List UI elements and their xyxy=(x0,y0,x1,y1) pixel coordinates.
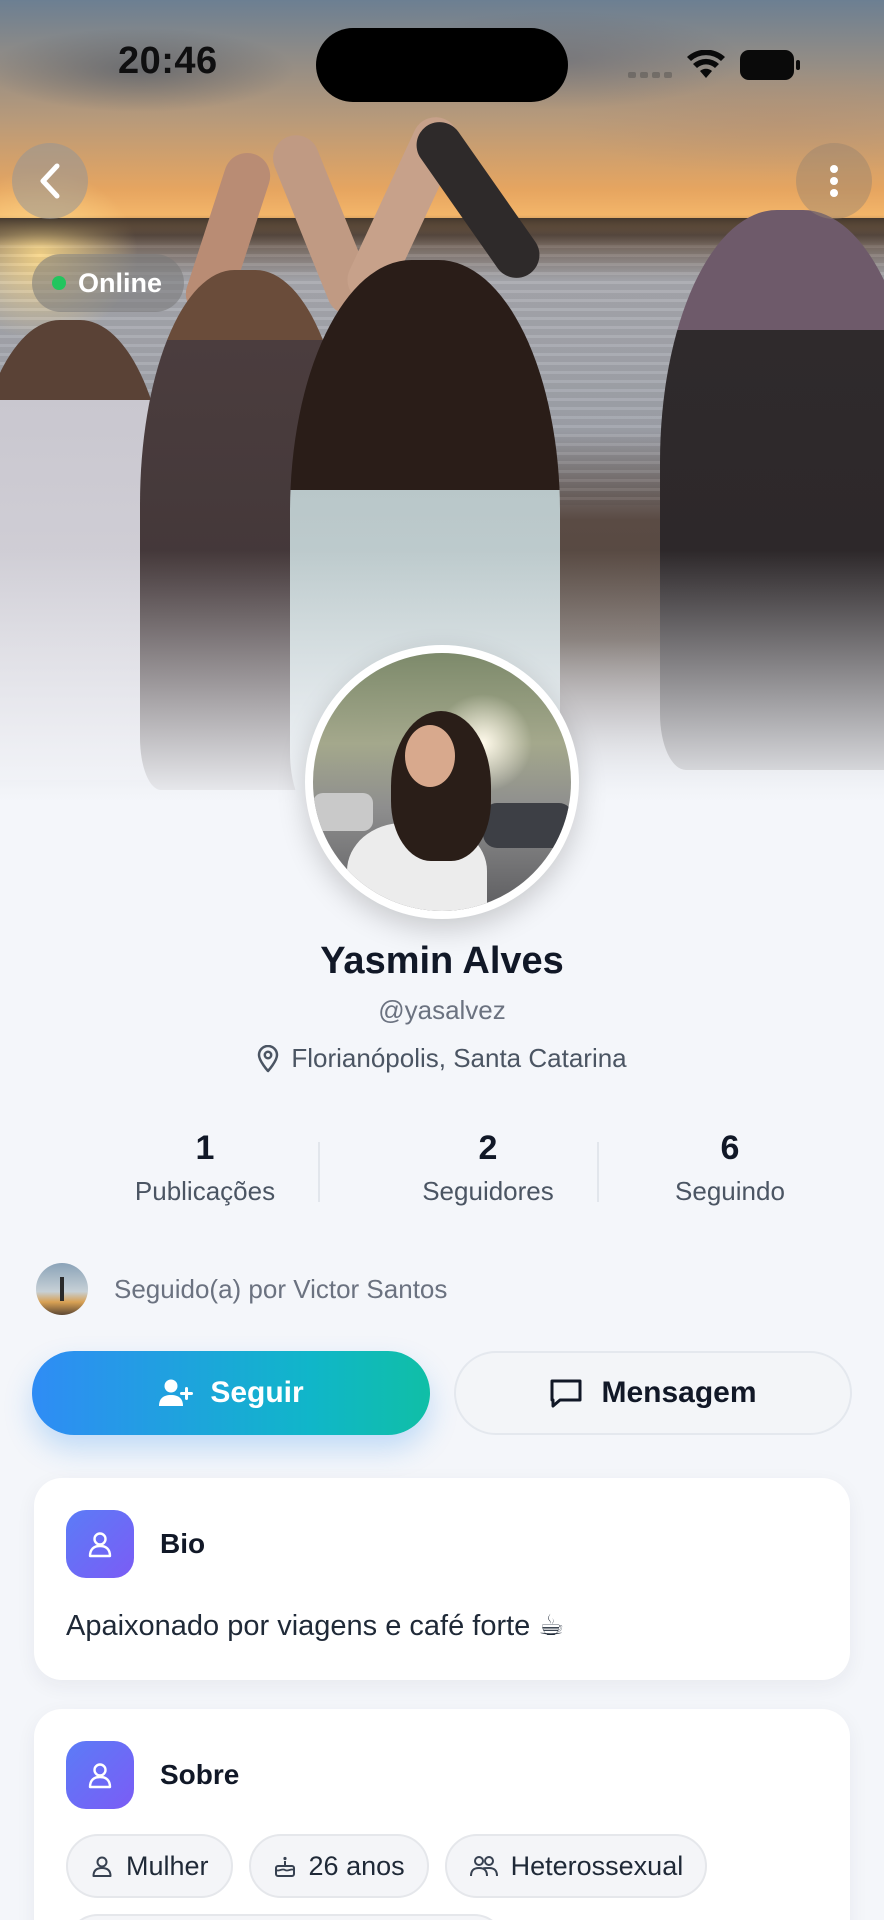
about-card-header: Sobre xyxy=(66,1741,239,1809)
profile-location: Florianópolis, Santa Catarina xyxy=(0,1043,884,1074)
bio-text: Apaixonado por viagens e café forte ☕ xyxy=(66,1610,565,1642)
more-options-button[interactable] xyxy=(796,143,872,219)
map-pin-icon xyxy=(258,1044,279,1072)
about-card: Sobre Mulher 26 anos Heterossexual xyxy=(34,1709,850,1920)
chip-orientation: Heterossexual xyxy=(444,1834,708,1898)
followed-by-row[interactable]: Seguido(a) por Victor Santos xyxy=(36,1262,447,1316)
stat-following[interactable]: 6 Seguindo xyxy=(630,1128,830,1207)
person-icon xyxy=(92,1856,112,1877)
user-plus-icon xyxy=(159,1379,194,1406)
people-icon xyxy=(469,1856,498,1877)
stat-followers[interactable]: 2 Seguidores xyxy=(358,1128,618,1207)
back-button[interactable] xyxy=(12,143,88,219)
more-vertical-icon xyxy=(830,165,838,197)
dynamic-island xyxy=(316,28,568,102)
chip-age: 26 anos xyxy=(248,1834,429,1898)
location-label: Florianópolis, Santa Catarina xyxy=(291,1043,627,1073)
bio-card-icon xyxy=(66,1510,134,1578)
message-button[interactable]: Mensagem xyxy=(454,1351,852,1435)
cake-icon xyxy=(274,1856,295,1877)
stat-posts[interactable]: 1 Publicações xyxy=(75,1128,335,1207)
stats-divider xyxy=(318,1142,320,1202)
profile-handle: @yasalvez xyxy=(378,995,506,1025)
about-chips: Mulher 26 anos Heterossexual xyxy=(66,1834,708,1898)
stat-following-label: Seguindo xyxy=(675,1176,785,1206)
chat-bubble-icon xyxy=(550,1379,582,1408)
stat-followers-label: Seguidores xyxy=(422,1176,554,1206)
status-time: 20:46 xyxy=(118,40,218,82)
battery-icon xyxy=(740,50,800,80)
avatar-photo xyxy=(313,653,571,911)
follower-avatar xyxy=(36,1263,88,1315)
followed-by-label: Seguido(a) por Victor Santos xyxy=(114,1273,448,1304)
online-label: Online xyxy=(78,267,163,298)
chevron-left-icon xyxy=(40,163,60,199)
person-icon xyxy=(88,1532,112,1558)
online-status-badge: Online xyxy=(32,254,185,312)
chip-partial xyxy=(66,1914,506,1920)
online-dot-icon xyxy=(52,276,66,290)
bio-title: Bio xyxy=(160,1528,206,1559)
chip-orientation-label: Heterossexual xyxy=(510,1850,684,1881)
stat-posts-value: 1 xyxy=(195,1129,215,1167)
stats-divider xyxy=(597,1142,599,1202)
about-title: Sobre xyxy=(160,1759,240,1790)
cellular-signal-icon xyxy=(628,70,672,78)
chip-gender-label: Mulher xyxy=(126,1850,209,1881)
bio-card-header: Bio xyxy=(66,1510,205,1578)
person-icon xyxy=(88,1763,112,1789)
follow-label: Seguir xyxy=(210,1376,304,1409)
stat-following-value: 6 xyxy=(720,1129,740,1167)
profile-avatar[interactable] xyxy=(305,645,579,919)
stat-posts-label: Publicações xyxy=(134,1176,276,1206)
profile-name: Yasmin Alves xyxy=(320,940,564,982)
chip-gender: Mulher xyxy=(66,1834,233,1898)
about-card-icon xyxy=(66,1741,134,1809)
message-label: Mensagem xyxy=(601,1376,757,1409)
stat-followers-value: 2 xyxy=(478,1129,498,1167)
bio-card: Bio Apaixonado por viagens e café forte … xyxy=(34,1478,850,1680)
wifi-icon xyxy=(687,50,725,78)
profile-stats: 1 Publicações 2 Seguidores 6 Seguindo xyxy=(30,1128,854,1218)
chip-age-label: 26 anos xyxy=(308,1850,405,1881)
follow-button[interactable]: Seguir xyxy=(32,1351,430,1435)
